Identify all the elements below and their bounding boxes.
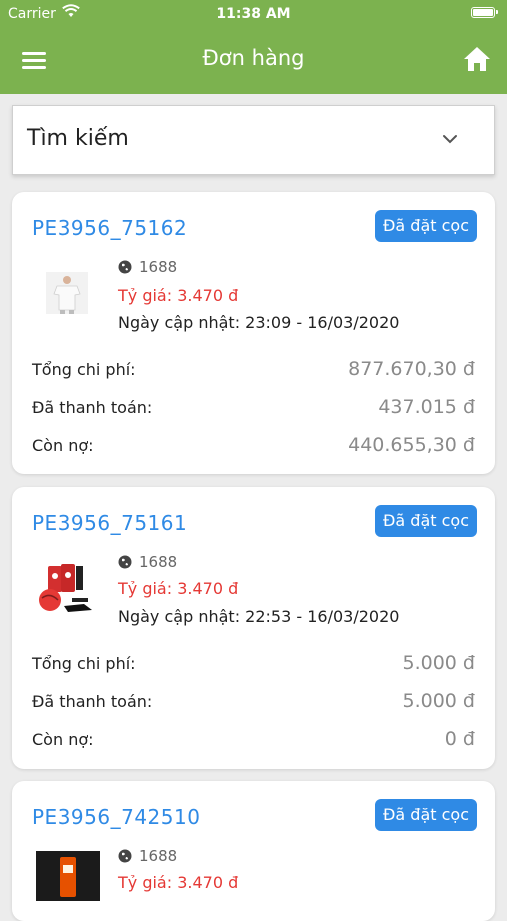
paid-value: 5.000 đ [402,690,476,712]
order-source: 1688 [139,847,178,865]
paid-value: 437.015 đ [378,396,475,418]
globe-icon [118,849,132,863]
total-label: Tổng chi phí: [32,360,136,379]
status-badge: Đã đặt cọc [375,505,477,537]
search-dropdown[interactable]: Tìm kiếm [12,105,495,175]
search-placeholder: Tìm kiếm [27,126,129,151]
chevron-down-icon [443,135,457,144]
page-title: Đơn hàng [202,46,305,70]
owed-label: Còn nợ: [32,730,94,749]
order-code[interactable]: PE3956_742510 [32,805,200,829]
order-code[interactable]: PE3956_75161 [32,511,187,535]
owed-value: 0 đ [444,728,475,750]
globe-icon [118,555,132,569]
status-bar: Carrier 11:38 AM [0,0,507,28]
status-badge: Đã đặt cọc [375,799,477,831]
home-icon[interactable] [463,46,491,72]
order-card[interactable]: PE3956_75162 Đã đặt cọc 1688 Tỷ giá: 3.4… [12,192,495,474]
owed-label: Còn nợ: [32,436,94,455]
exchange-rate: Tỷ giá: 3.470 đ [118,873,239,892]
updated-date: Ngày cập nhật: 22:53 - 16/03/2020 [118,607,400,626]
paid-label: Đã thanh toán: [32,692,153,711]
status-time: 11:38 AM [216,6,291,22]
globe-icon [118,260,132,274]
updated-date: Ngày cập nhật: 23:09 - 16/03/2020 [118,313,400,332]
order-code[interactable]: PE3956_75162 [32,216,187,240]
total-label: Tổng chi phí: [32,654,136,673]
nav-bar: Đơn hàng [0,36,507,84]
status-badge: Đã đặt cọc [375,210,477,242]
total-value: 5.000 đ [402,652,476,674]
paid-label: Đã thanh toán: [32,398,153,417]
exchange-rate: Tỷ giá: 3.470 đ [118,579,239,598]
order-card[interactable]: PE3956_75161 Đã đặt cọc 1688 Tỷ giá: 3.4… [12,487,495,769]
owed-value: 440.655,30 đ [348,434,475,456]
app-header: Carrier 11:38 AM Đơn hàng [0,0,507,94]
product-thumbnail [46,272,88,314]
order-source: 1688 [139,258,178,276]
battery-icon [471,7,498,18]
product-thumbnail [34,560,98,616]
order-source: 1688 [139,553,178,571]
order-card[interactable]: PE3956_742510 Đã đặt cọc 1688 Tỷ giá: 3.… [12,781,495,921]
product-thumbnail [36,851,100,901]
exchange-rate: Tỷ giá: 3.470 đ [118,286,239,305]
total-value: 877.670,30 đ [348,358,475,380]
